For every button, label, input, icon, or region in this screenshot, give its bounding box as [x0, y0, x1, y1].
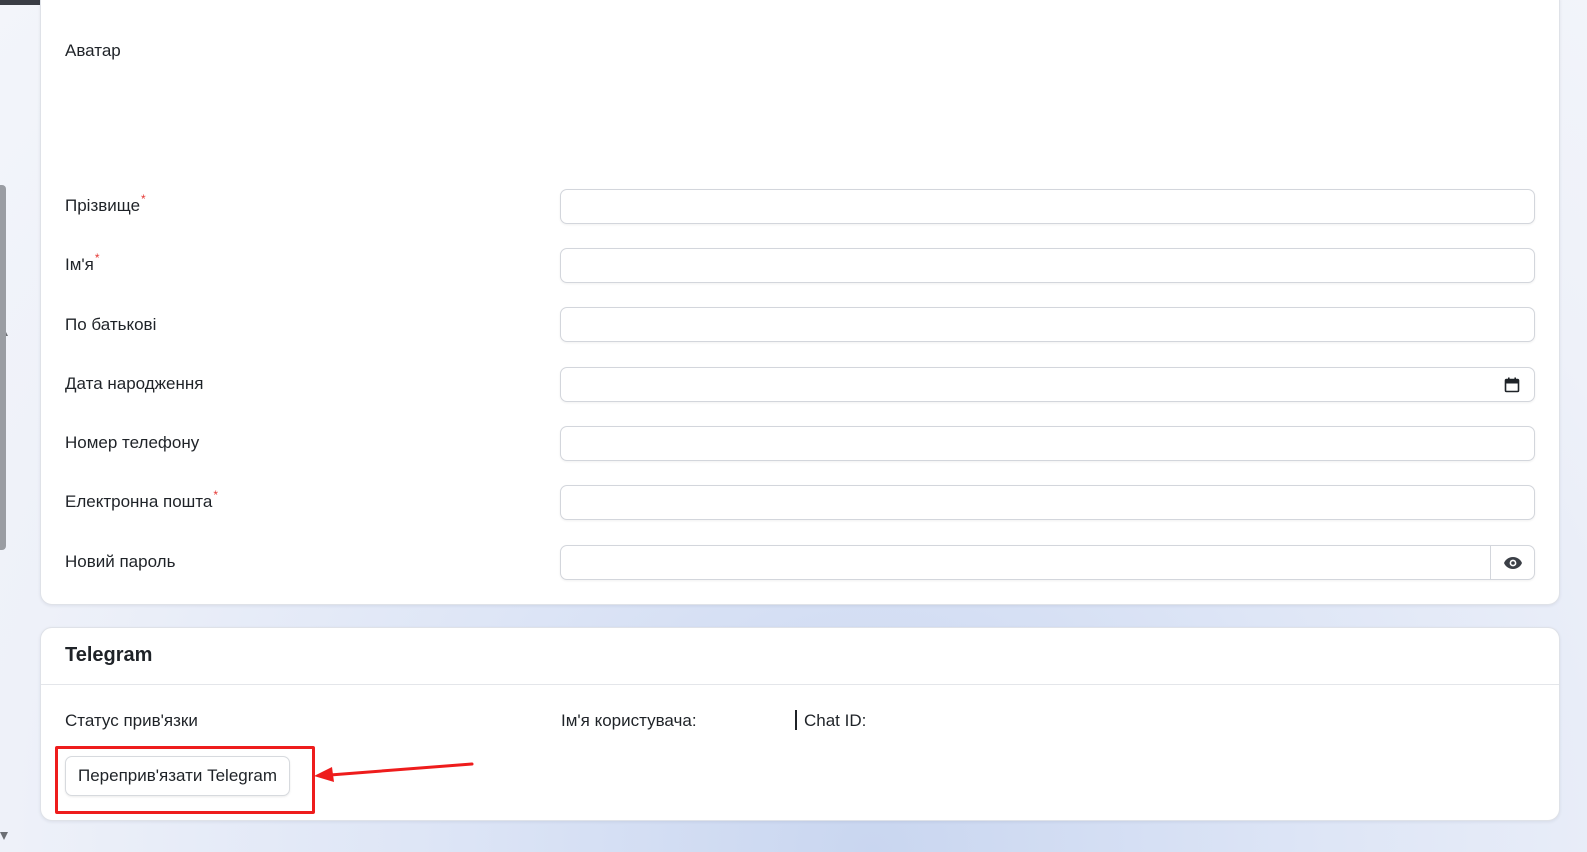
- telegram-card: Telegram Статус прив'язки Ім'я користува…: [40, 627, 1560, 821]
- new-password-field[interactable]: [560, 545, 1535, 580]
- scroll-down-arrow-icon[interactable]: [0, 832, 8, 840]
- divider: [795, 710, 797, 730]
- calendar-icon[interactable]: [1504, 377, 1520, 397]
- profile-form-card: Аватар Прізвище* Ім'я* По батькові Дата …: [40, 0, 1560, 605]
- avatar-area[interactable]: [65, 69, 545, 159]
- first-name-label: Ім'я*: [65, 251, 100, 274]
- email-input[interactable]: [573, 486, 1526, 521]
- first-name-field[interactable]: [560, 248, 1535, 284]
- chat-id-label: Chat ID:: [804, 711, 867, 730]
- required-marker: *: [141, 192, 146, 206]
- patronymic-input[interactable]: [573, 308, 1526, 343]
- binding-status-label: Статус прив'язки: [65, 711, 198, 730]
- last-name-field[interactable]: [560, 189, 1535, 225]
- phone-field[interactable]: [560, 426, 1535, 462]
- birth-date-input[interactable]: [573, 368, 1526, 403]
- eye-icon: [1503, 556, 1522, 569]
- patronymic-field[interactable]: [560, 307, 1535, 343]
- phone-input[interactable]: [573, 427, 1526, 462]
- required-marker: *: [94, 251, 100, 265]
- email-field[interactable]: [560, 485, 1535, 521]
- birth-date-field[interactable]: [560, 367, 1535, 403]
- telegram-title: Telegram: [65, 644, 153, 666]
- telegram-card-header: Telegram: [41, 628, 1559, 685]
- show-password-button[interactable]: [1490, 546, 1534, 579]
- email-label: Електронна пошта*: [65, 488, 219, 511]
- first-name-input[interactable]: [573, 249, 1526, 284]
- last-name-label: Прізвище*: [65, 192, 146, 215]
- patronymic-label: По батькові: [65, 315, 157, 334]
- phone-label: Номер телефону: [65, 433, 200, 452]
- birth-date-label: Дата народження: [65, 374, 204, 393]
- new-password-input[interactable]: [561, 546, 1490, 579]
- last-name-input[interactable]: [573, 190, 1526, 225]
- rebind-telegram-button[interactable]: Переприв'язати Telegram: [65, 756, 291, 796]
- avatar-label: Аватар: [65, 41, 121, 60]
- new-password-label: Новий пароль: [65, 552, 176, 571]
- scrollbar-thumb[interactable]: [0, 185, 6, 550]
- telegram-username-label: Ім'я користувача:: [561, 711, 697, 730]
- required-marker: *: [213, 488, 219, 502]
